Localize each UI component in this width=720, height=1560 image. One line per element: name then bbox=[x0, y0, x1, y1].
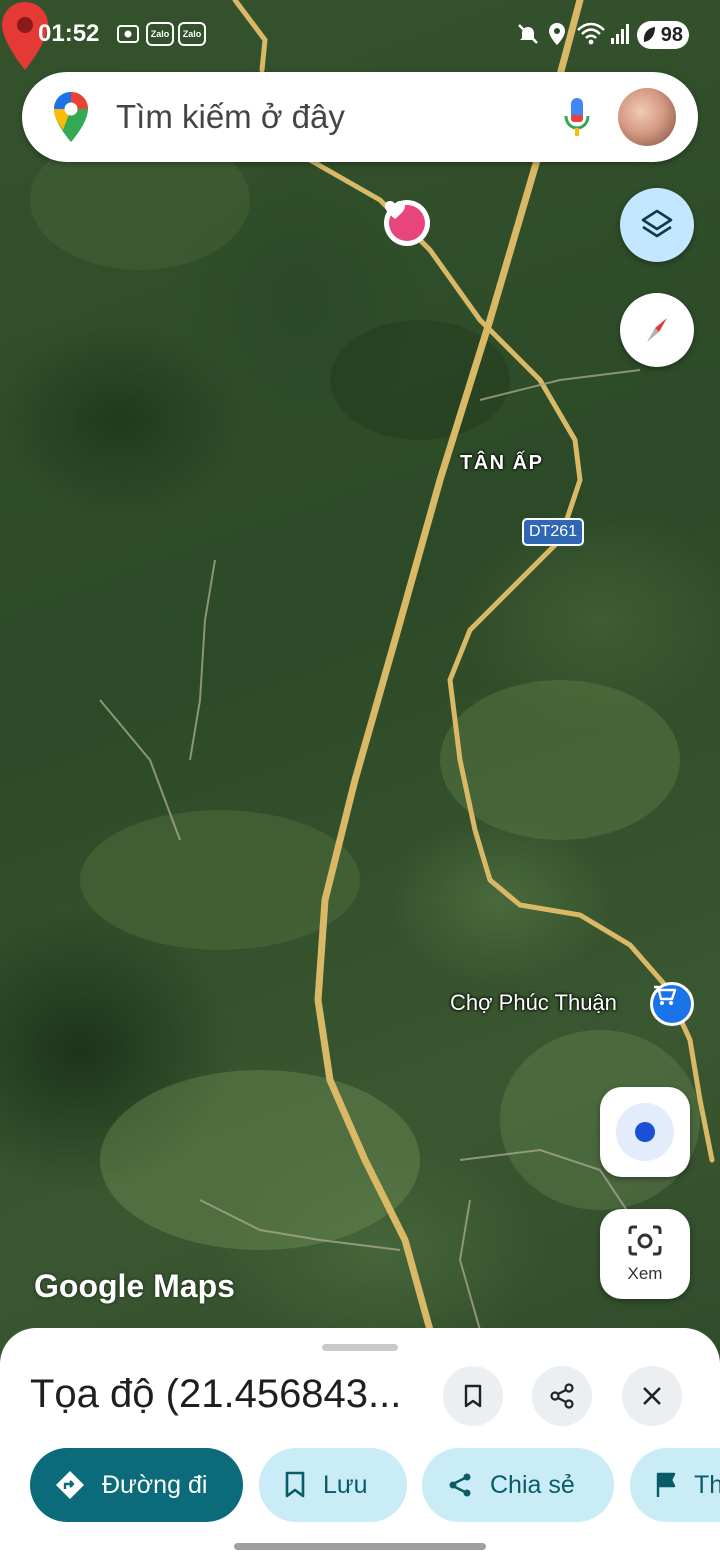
share-icon bbox=[550, 1383, 574, 1409]
save-label: Lưu bbox=[323, 1470, 368, 1499]
saved-favorite-pin[interactable] bbox=[384, 200, 430, 246]
compass-button[interactable] bbox=[620, 293, 694, 367]
poi-label[interactable]: Chợ Phúc Thuận bbox=[450, 990, 617, 1016]
avatar[interactable] bbox=[618, 88, 676, 146]
wifi-icon bbox=[577, 22, 605, 45]
lens-view-button[interactable]: Xem bbox=[600, 1209, 690, 1299]
zalo-notification-icon: Zalo bbox=[178, 22, 206, 46]
my-location-icon bbox=[616, 1103, 674, 1161]
lens-label: Xem bbox=[627, 1264, 663, 1283]
bookmark-icon bbox=[464, 1384, 482, 1408]
label-chip-text: Th bbox=[694, 1470, 720, 1499]
my-location-button[interactable] bbox=[600, 1087, 690, 1177]
google-maps-watermark: Google Maps bbox=[34, 1268, 235, 1304]
search-bar[interactable]: Tìm kiếm ở đây bbox=[22, 72, 698, 162]
gesture-navigation-bar[interactable] bbox=[234, 1543, 486, 1550]
status-bar: 01:52 Zalo Zalo 98 bbox=[0, 0, 720, 68]
mute-icon bbox=[518, 24, 538, 44]
battery-saver-leaf-icon bbox=[643, 27, 655, 42]
directions-icon bbox=[54, 1469, 86, 1501]
zalo-notification-icon: Zalo bbox=[146, 22, 174, 46]
flag-icon bbox=[654, 1471, 678, 1499]
road-shield: DT261 bbox=[522, 518, 585, 546]
screen-record-icon bbox=[117, 25, 139, 43]
town-label: TÂN ẤP bbox=[460, 452, 544, 474]
microphone-icon[interactable] bbox=[562, 96, 592, 138]
road-network bbox=[30, 0, 715, 1334]
google-maps-logo-icon bbox=[54, 92, 88, 142]
status-time: 01:52 bbox=[38, 20, 100, 47]
save-chip[interactable]: Lưu bbox=[259, 1448, 407, 1522]
heart-icon bbox=[385, 201, 425, 241]
signal-icon bbox=[611, 24, 629, 44]
shopping-cart-icon[interactable] bbox=[650, 982, 694, 1026]
bookmark-icon bbox=[283, 1471, 307, 1499]
battery-level: 98 bbox=[660, 23, 683, 46]
satellite-map[interactable]: TÂN ẤP DT261 Chợ Phúc Thuận Google Maps bbox=[0, 0, 720, 1560]
battery-indicator: 98 bbox=[637, 21, 689, 49]
share-button[interactable] bbox=[532, 1366, 592, 1426]
layers-button[interactable] bbox=[620, 188, 694, 262]
bottom-sheet[interactable]: Tọa độ (21.456843... Đường đi Lưu Chia s… bbox=[0, 1328, 720, 1560]
share-icon bbox=[446, 1471, 474, 1499]
place-title: Tọa độ (21.456843... bbox=[30, 1372, 402, 1416]
close-icon bbox=[643, 1387, 661, 1405]
close-button[interactable] bbox=[622, 1366, 682, 1426]
camera-lens-icon bbox=[628, 1225, 662, 1256]
layers-icon bbox=[641, 209, 673, 238]
directions-label: Đường đi bbox=[102, 1470, 208, 1499]
directions-button[interactable]: Đường đi bbox=[30, 1448, 243, 1522]
location-icon bbox=[549, 23, 565, 45]
share-label: Chia sẻ bbox=[490, 1470, 575, 1499]
drag-handle[interactable] bbox=[322, 1344, 398, 1351]
label-chip[interactable]: Th bbox=[630, 1448, 720, 1522]
share-chip[interactable]: Chia sẻ bbox=[422, 1448, 614, 1522]
save-bookmark-button[interactable] bbox=[443, 1366, 503, 1426]
search-input[interactable]: Tìm kiếm ở đây bbox=[116, 98, 345, 136]
compass-icon bbox=[647, 318, 667, 342]
